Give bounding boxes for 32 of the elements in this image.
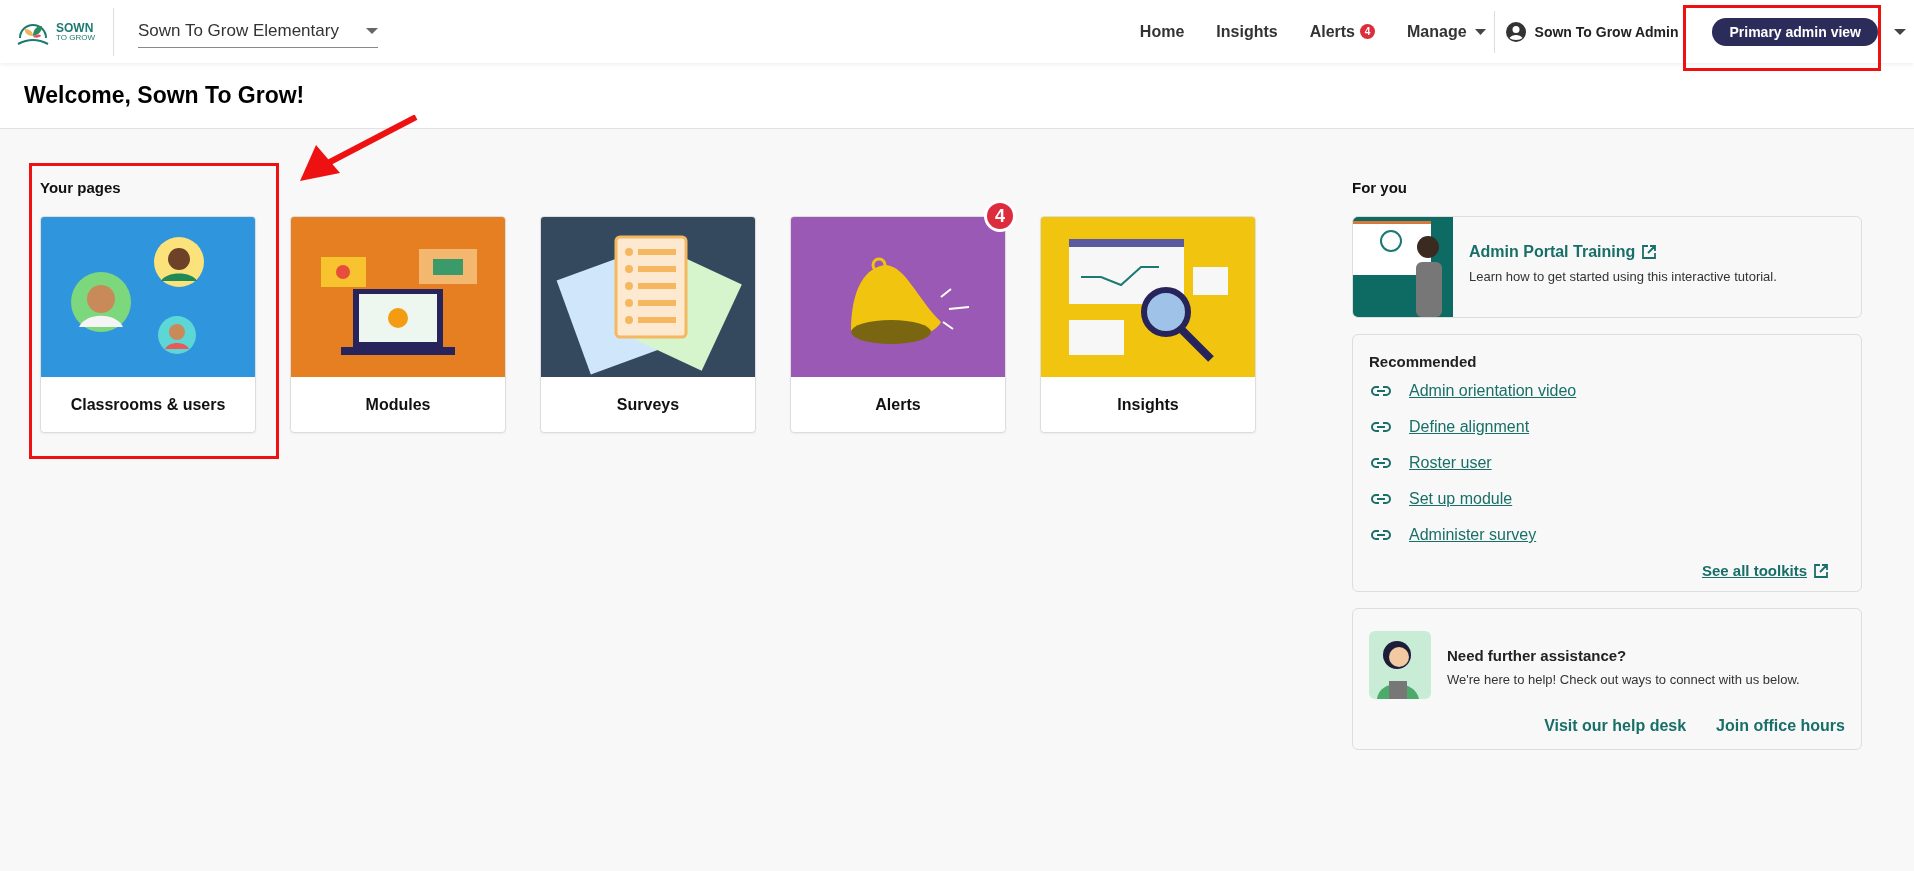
- page-card[interactable]: Surveys: [540, 216, 756, 433]
- count-badge: 4: [984, 200, 1016, 232]
- training-description: Learn how to get started using this interactive tutorial.: [1469, 269, 1777, 284]
- page-card[interactable]: Insights: [1040, 216, 1256, 433]
- page-card[interactable]: Classrooms & users: [40, 216, 256, 433]
- help-heading: Need further assistance?: [1447, 647, 1628, 664]
- user-name: Sown To Grow Admin: [1534, 23, 1679, 40]
- view-mode-button[interactable]: Primary admin view: [1712, 17, 1878, 46]
- nav-menu[interactable]: Manage: [1407, 22, 1486, 41]
- resource-link[interactable]: Administer survey: [1409, 526, 1537, 544]
- resource-link[interactable]: Set up module: [1409, 490, 1513, 508]
- nav-link[interactable]: Alerts: [1309, 22, 1355, 41]
- logo-tagline: TO GROW: [56, 33, 95, 42]
- resource-link[interactable]: Roster user: [1409, 454, 1492, 472]
- welcome-heading: Welcome, Sown To Grow!: [24, 82, 305, 109]
- resource-link[interactable]: Admin orientation video: [1409, 382, 1577, 400]
- count-badge: 4: [1360, 24, 1375, 39]
- help-description: We're here to help! Check out ways to connect with us below.: [1447, 672, 1800, 687]
- nav-link[interactable]: Insights: [1216, 22, 1278, 41]
- panel-heading: Recommended: [1369, 353, 1478, 370]
- page-card[interactable]: Modules: [290, 216, 506, 433]
- help-link[interactable]: Visit our help desk: [1544, 717, 1687, 735]
- logo-wordmark: SOWN: [56, 21, 95, 34]
- training-title: Admin Portal Training: [1469, 243, 1636, 261]
- resource-link[interactable]: Define alignment: [1409, 418, 1530, 436]
- help-link[interactable]: Join office hours: [1716, 717, 1845, 735]
- see-all-link[interactable]: See all toolkits: [1701, 562, 1807, 579]
- section-heading: For you: [1352, 179, 1408, 196]
- nav-link[interactable]: Home: [1139, 22, 1185, 41]
- school-select[interactable]: Sown To Grow Elementary: [137, 15, 378, 48]
- section-heading: Your pages: [40, 179, 122, 196]
- training-card[interactable]: Admin Portal Training Learn how to get started using this interactive tutorial.: [1352, 216, 1862, 318]
